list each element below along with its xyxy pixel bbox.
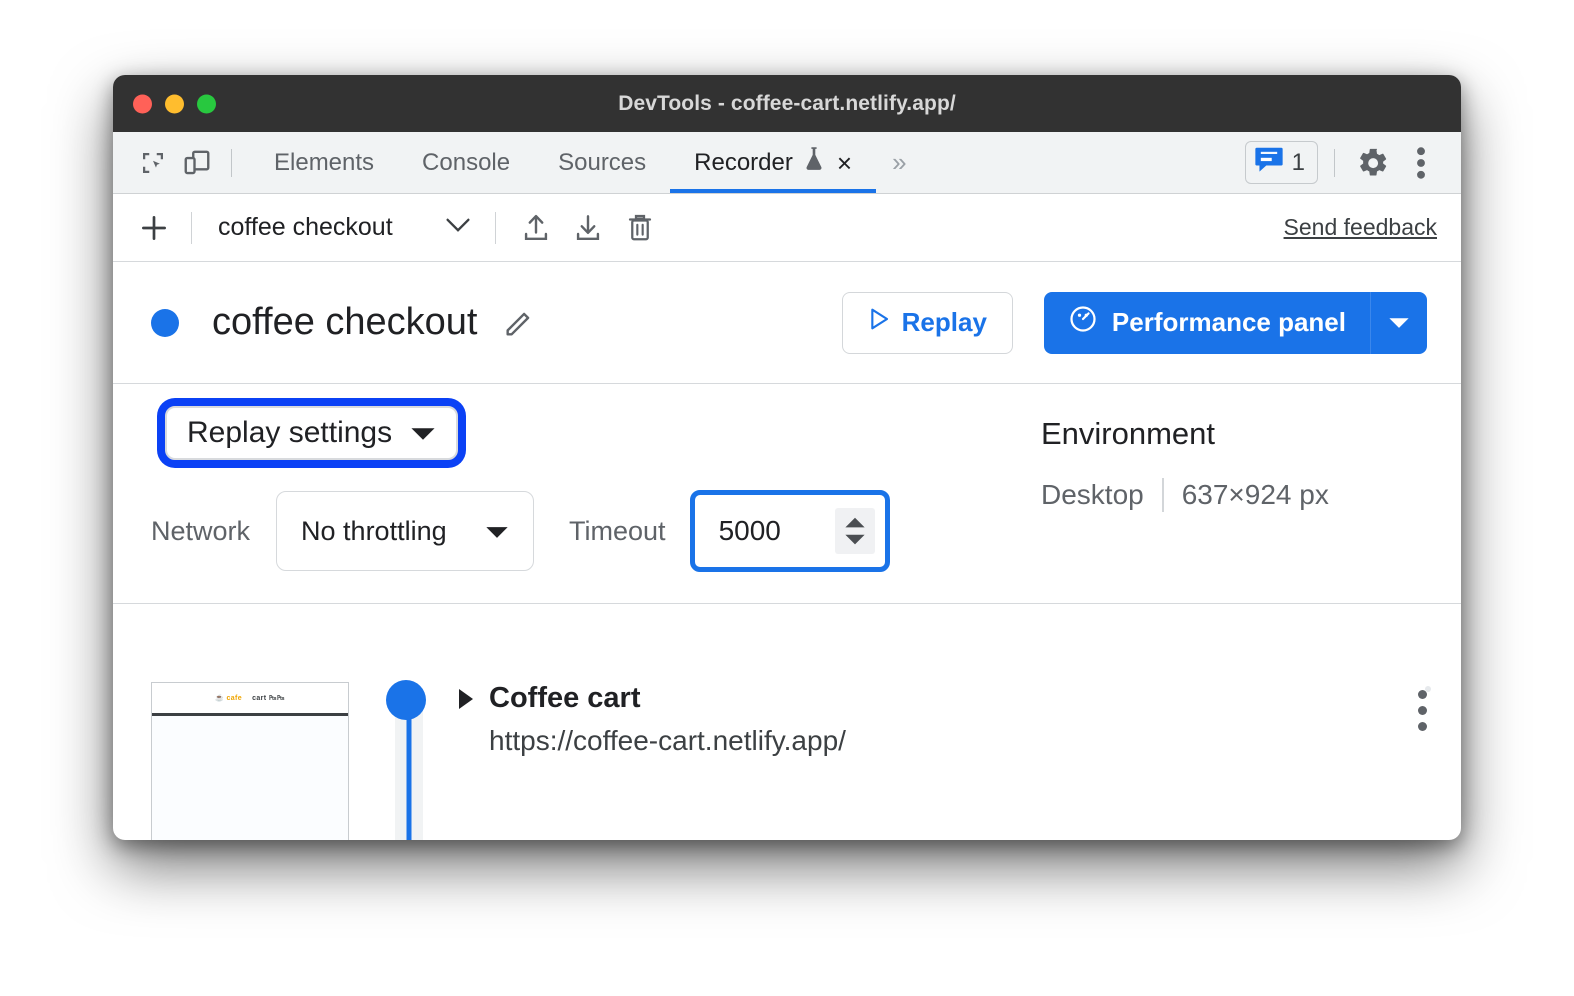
- timeout-value: 5000: [718, 515, 781, 546]
- tab-recorder-label: Recorder: [694, 148, 793, 176]
- issues-count: 1: [1291, 148, 1305, 176]
- performance-button-group: Performance panel: [1043, 291, 1427, 354]
- environment-divider: [1161, 478, 1164, 512]
- tabstrip-actions: 1: [1244, 141, 1461, 185]
- caret-down-icon: [410, 416, 436, 450]
- recording-status-dot: [151, 308, 179, 337]
- environment-device: Desktop: [1041, 479, 1144, 510]
- performance-panel-dropdown-button[interactable]: [1370, 291, 1427, 354]
- network-throttling-select[interactable]: No throttling: [276, 491, 535, 571]
- step-url: https://coffee-cart.netlify.app/: [489, 725, 846, 756]
- tab-console[interactable]: Console: [398, 132, 534, 193]
- step-screenshot-thumbnail: ☕ cafe cart ₧₧: [151, 682, 349, 840]
- network-label: Network: [151, 515, 251, 546]
- close-recorder-tab-icon[interactable]: ×: [837, 150, 852, 176]
- recording-selector[interactable]: coffee checkout: [206, 209, 481, 246]
- replay-settings-left: Replay settings Network No throttling Ti…: [151, 384, 1011, 603]
- chevron-down-icon: [1389, 317, 1409, 328]
- download-icon[interactable]: [562, 204, 614, 252]
- replay-settings-section: Replay settings Network No throttling Ti…: [113, 384, 1461, 604]
- window-controls: [133, 94, 216, 113]
- gear-icon[interactable]: [1351, 141, 1395, 185]
- minimize-window-button[interactable]: [165, 94, 184, 113]
- pencil-icon[interactable]: [497, 301, 541, 345]
- tab-sources-label: Sources: [558, 148, 647, 176]
- more-tabs-icon[interactable]: »: [876, 132, 922, 193]
- kebab-dot: [1418, 722, 1427, 731]
- replay-settings-toggle[interactable]: Replay settings: [165, 406, 459, 460]
- trash-icon[interactable]: [614, 204, 666, 252]
- chevron-down-icon: [445, 216, 471, 239]
- replay-button[interactable]: Replay: [841, 291, 1013, 354]
- replay-settings-label: Replay settings: [187, 416, 393, 449]
- environment-viewport: 637×924 px: [1181, 479, 1329, 510]
- play-triangle-icon: [868, 307, 890, 338]
- kebab-menu-icon[interactable]: [1399, 141, 1443, 185]
- devtools-tabstrip: Elements Console Sources Recorder × » 1: [113, 132, 1461, 194]
- close-window-button[interactable]: [133, 94, 152, 113]
- send-feedback-link[interactable]: Send feedback: [1284, 214, 1443, 241]
- device-toolbar-icon[interactable]: [175, 141, 219, 185]
- tab-elements[interactable]: Elements: [250, 132, 398, 193]
- issues-badge[interactable]: 1: [1244, 141, 1318, 184]
- toolbar-divider-2: [494, 211, 496, 244]
- flask-icon: [803, 146, 825, 179]
- issues-speech-bubble-icon: [1254, 146, 1284, 179]
- recording-selector-label: coffee checkout: [218, 213, 393, 241]
- maximize-window-button[interactable]: [197, 94, 216, 113]
- steps-list: ☕ cafe cart ₧₧ Coffee cart https://coffe…: [113, 604, 1461, 840]
- actions-divider: [1334, 148, 1335, 177]
- recording-actions: Replay Performance panel: [841, 291, 1427, 354]
- timeout-input[interactable]: 5000: [689, 490, 890, 572]
- step-marker-dot: [386, 680, 426, 720]
- environment-heading: Environment: [1041, 416, 1216, 451]
- replay-settings-fields: Network No throttling Timeout 5000: [151, 490, 1011, 572]
- step-item[interactable]: ☕ cafe cart ₧₧ Coffee cart https://coffe…: [113, 604, 1461, 840]
- recorder-toolbar: coffee checkout Send feedback: [113, 194, 1461, 262]
- tab-sources[interactable]: Sources: [534, 132, 670, 193]
- inspect-element-icon[interactable]: [131, 141, 175, 185]
- step-timeline-rail: [386, 680, 426, 840]
- timeout-field-group: Timeout 5000: [569, 490, 890, 572]
- caret-down-icon: [485, 516, 509, 547]
- expand-caret-icon[interactable]: [459, 688, 473, 709]
- tab-console-label: Console: [422, 148, 511, 176]
- replay-button-label: Replay: [901, 307, 987, 337]
- step-title: Coffee cart: [489, 682, 641, 714]
- thumbnail-logo: ☕ cafe: [215, 695, 243, 702]
- thumbnail-page-header: ☕ cafe cart ₧₧: [152, 683, 348, 716]
- tabstrip-divider: [231, 148, 232, 177]
- performance-panel-label: Performance panel: [1111, 307, 1346, 337]
- number-spinner-icon[interactable]: [834, 508, 875, 554]
- step-content: Coffee cart https://coffee-cart.netlify.…: [459, 682, 1418, 757]
- panel-tabs: Elements Console Sources Recorder × »: [250, 132, 923, 193]
- window-titlebar: DevTools - coffee-cart.netlify.app/: [113, 75, 1461, 132]
- step-header[interactable]: Coffee cart: [459, 682, 1418, 715]
- screenshot-stage: DevTools - coffee-cart.netlify.app/ Elem…: [0, 0, 1574, 996]
- window-title: DevTools - coffee-cart.netlify.app/: [618, 91, 956, 115]
- tab-recorder[interactable]: Recorder ×: [670, 132, 876, 193]
- page-title: coffee checkout: [212, 301, 478, 343]
- upload-icon[interactable]: [510, 204, 562, 252]
- performance-panel-button[interactable]: Performance panel: [1043, 291, 1370, 354]
- network-select-value: No throttling: [301, 515, 447, 546]
- decorative-mark: [1425, 686, 1431, 692]
- devtools-window: DevTools - coffee-cart.netlify.app/ Elem…: [113, 75, 1461, 840]
- environment-section: Environment Desktop 637×924 px: [1011, 384, 1329, 603]
- toolbar-divider-1: [191, 211, 192, 244]
- recording-header: coffee checkout Replay Performance panel: [113, 262, 1461, 384]
- kebab-dot: [1418, 706, 1427, 715]
- add-recording-button[interactable]: [131, 205, 177, 251]
- rail-line: [406, 702, 412, 840]
- performance-gauge-icon: [1068, 304, 1098, 341]
- timeout-label: Timeout: [569, 515, 666, 546]
- tab-elements-label: Elements: [274, 148, 375, 176]
- environment-details: Desktop 637×924 px: [1041, 478, 1329, 512]
- thumbnail-heading: cart ₧₧: [252, 694, 285, 702]
